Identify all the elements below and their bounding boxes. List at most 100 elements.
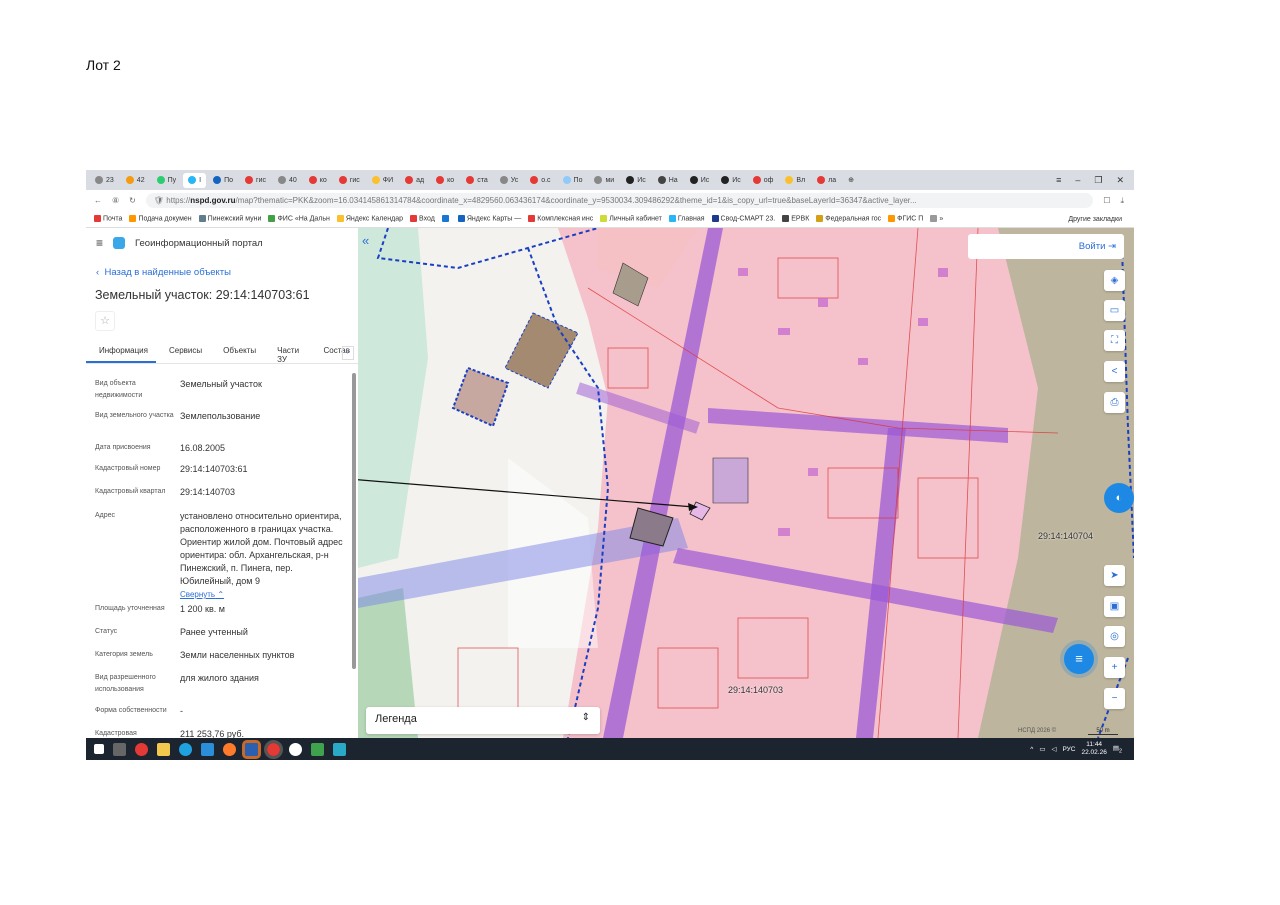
browser-tab[interactable]: На (653, 173, 683, 188)
browser-tab[interactable]: Пу (152, 173, 182, 188)
favorite-star-icon[interactable]: ☆ (95, 311, 115, 331)
panel-tab[interactable]: Сервисы (156, 342, 210, 363)
browser-tab[interactable]: ФИ (367, 173, 398, 188)
browser-tab[interactable]: о.с (525, 173, 555, 188)
browser-tab[interactable]: ко (304, 173, 332, 188)
browser-tab[interactable]: ми (589, 173, 619, 188)
browser-tab[interactable]: Вл (780, 173, 810, 188)
browser-tab[interactable]: гис (240, 173, 271, 188)
browser-tab[interactable]: ко (431, 173, 459, 188)
search-location-icon[interactable]: ◎ (1104, 626, 1125, 647)
start-icon[interactable] (94, 744, 104, 754)
url-input[interactable]: 🛡 https://nspd.gov.ru/map?thematic=PKK&z… (145, 193, 1094, 208)
minimize-icon[interactable]: – (1075, 175, 1080, 186)
app-icon[interactable] (311, 742, 324, 756)
word-icon[interactable] (242, 739, 261, 759)
panel-tab[interactable]: Части ЗУ (264, 342, 310, 364)
yandex-icon[interactable]: ⑧ (112, 196, 119, 205)
language-indicator[interactable]: РУС (1062, 746, 1075, 753)
locate-icon[interactable]: ➤ (1104, 565, 1125, 586)
edge-icon[interactable] (179, 742, 192, 756)
explorer-icon[interactable] (157, 742, 170, 756)
task-view-icon[interactable] (113, 742, 126, 756)
chat-icon[interactable]: ≡ (1064, 644, 1094, 674)
bookmark-item[interactable]: ЕРВК (782, 215, 809, 223)
bookmark-item[interactable]: Личный кабинет (600, 215, 662, 223)
bookmark-item[interactable]: Подача докумен (129, 215, 192, 223)
bookmark-item[interactable]: Яндекс Календар (336, 215, 403, 223)
yandex-browser-icon[interactable] (264, 739, 283, 759)
app-icon[interactable] (333, 742, 346, 756)
bookmark-item[interactable]: ФГИС П (888, 215, 923, 223)
notifications-icon[interactable]: ▤2 (1113, 744, 1122, 754)
map-view[interactable]: « Войти ⇥ ◈ ▭ ⛶ < ⎙ ◐ ➤ ▣ ◎ + − ≡ 29:14:… (358, 228, 1134, 738)
collapse-panel-button[interactable]: « (362, 233, 369, 248)
browser-tab[interactable]: Ис (621, 173, 651, 188)
volume-icon[interactable]: ◁ (1051, 745, 1056, 753)
hamburger-icon[interactable]: ≡ (96, 236, 103, 250)
back-icon[interactable]: ← (94, 196, 102, 205)
tab-favicon-icon (562, 176, 571, 184)
other-bookmarks[interactable]: Другие закладки (1068, 216, 1134, 223)
browser-tab[interactable]: Ус (495, 173, 523, 188)
map-canvas[interactable] (358, 228, 1134, 738)
panel-scrollbar[interactable] (352, 373, 356, 669)
browser-tab[interactable]: 42 (121, 173, 150, 188)
download-icon[interactable]: ⤓ (1120, 196, 1134, 206)
browser-tab[interactable]: Ис (685, 173, 715, 188)
bookmark-item[interactable]: Пинежский муни (198, 215, 261, 223)
network-icon[interactable]: ▭ (1039, 745, 1045, 753)
browser-tab[interactable]: 40 (273, 173, 302, 188)
print-icon[interactable]: ⎙ (1104, 392, 1125, 413)
reload-icon[interactable]: ↻ (129, 196, 136, 205)
close-icon[interactable]: ✕ (1116, 175, 1124, 186)
browser-tab[interactable]: ад (400, 173, 429, 188)
bookmark-item[interactable]: Федеральная гос (816, 215, 881, 223)
zoom-out-icon[interactable]: − (1104, 688, 1125, 709)
yandex-icon[interactable] (135, 742, 148, 756)
menu-icon[interactable]: ≡ (1056, 175, 1061, 186)
bookmark-icon[interactable]: ☐ (1103, 196, 1110, 205)
clock[interactable]: 11:44 22.02.26 (1082, 741, 1107, 757)
browser-tab[interactable]: ла (812, 173, 841, 188)
tab-favicon-icon (277, 176, 286, 184)
gosuslugi-icon[interactable]: ◐ (1104, 483, 1134, 513)
bookmark-item[interactable] (441, 215, 451, 223)
browser-tab[interactable]: По (558, 173, 588, 188)
bookmark-item[interactable]: » (930, 215, 943, 223)
mail-icon[interactable] (201, 742, 214, 756)
firefox-icon[interactable] (223, 742, 236, 756)
panel-tab[interactable]: Информация (86, 342, 156, 363)
zoom-in-icon[interactable]: + (1104, 657, 1125, 678)
browser-tab[interactable]: I (183, 172, 207, 188)
legend-dropdown[interactable]: Легенда ⇕ (366, 707, 600, 734)
browser-tab[interactable]: По (208, 173, 238, 188)
bookmark-item[interactable]: Яндекс Карты — (457, 215, 521, 223)
browser-tab[interactable]: Ис (716, 173, 746, 188)
bookmark-item[interactable]: Свод-СМАРТ 23. (711, 215, 775, 223)
layers-icon[interactable]: ◈ (1104, 270, 1125, 291)
app-icon[interactable] (289, 742, 302, 756)
tab-favicon-icon (817, 176, 826, 184)
browser-tab[interactable]: гис (334, 173, 365, 188)
bookmark-item[interactable]: Комплексная инс (528, 215, 593, 223)
restore-icon[interactable]: ❐ (1094, 175, 1102, 186)
tabs-next-button[interactable]: › (342, 346, 354, 360)
bookmark-item[interactable]: Вход (410, 215, 435, 223)
bookmark-item[interactable]: Почта (94, 215, 122, 223)
back-link[interactable]: ‹ Назад в найденные объекты (96, 267, 231, 278)
share-icon[interactable]: < (1104, 361, 1125, 382)
browser-tab[interactable]: ста (461, 173, 493, 188)
collapse-link[interactable]: Свернуть ⌃ (180, 588, 345, 601)
bookmark-item[interactable]: ФИС «На Дальн (268, 215, 330, 223)
panel-tab[interactable]: Объекты (210, 342, 264, 363)
picture-in-picture-icon[interactable]: ▣ (1104, 596, 1125, 617)
new-tab-button[interactable]: ⊕ (843, 173, 859, 188)
browser-tab[interactable]: оф (748, 173, 779, 188)
tray-chevron-icon[interactable]: ^ (1030, 746, 1033, 753)
select-area-icon[interactable]: ⛶ (1104, 330, 1125, 351)
browser-tab[interactable]: 23 (90, 173, 119, 188)
bookmark-item[interactable]: Главная (668, 215, 705, 223)
ruler-icon[interactable]: ▭ (1104, 300, 1125, 321)
login-button[interactable]: Войти ⇥ (968, 234, 1124, 259)
